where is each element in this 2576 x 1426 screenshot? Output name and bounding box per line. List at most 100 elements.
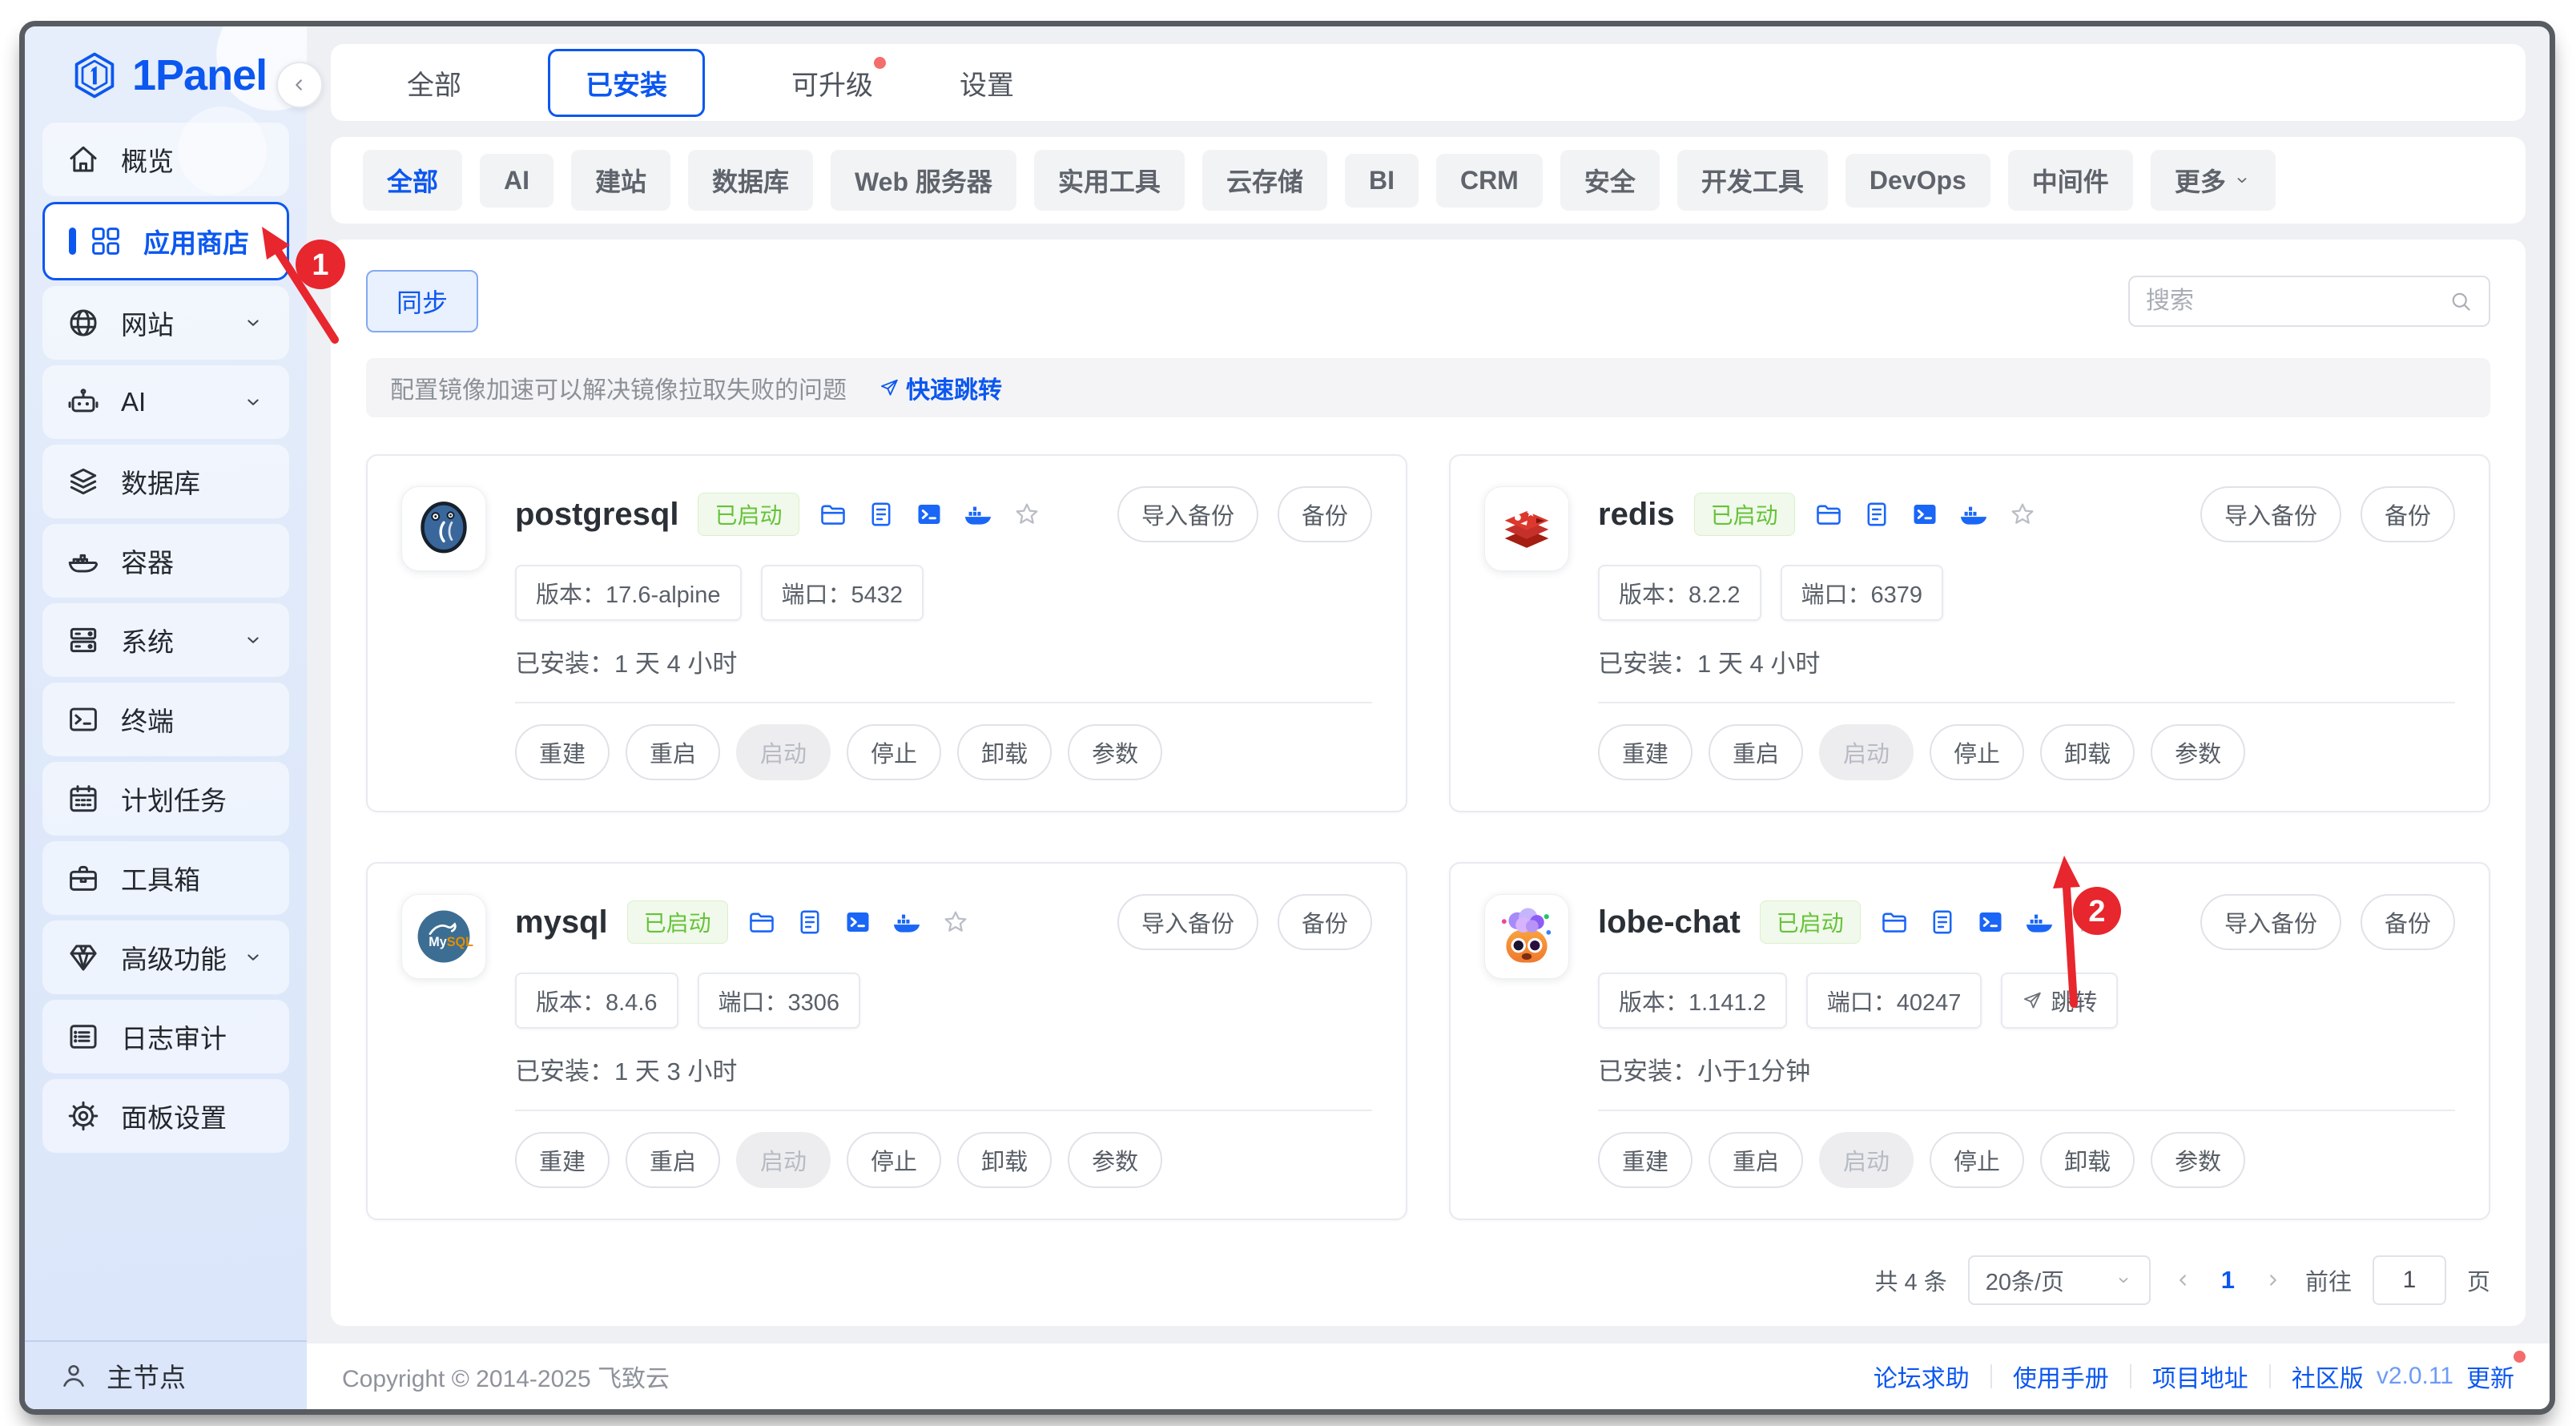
backup-button[interactable]: 备份 (2361, 894, 2455, 950)
quick-jump-link[interactable]: 快速跳转 (879, 370, 1002, 405)
backup-button[interactable]: 备份 (1278, 486, 1372, 542)
sidebar-item-ai[interactable]: AI (42, 365, 289, 439)
rebuild-button[interactable]: 重建 (1598, 1132, 1693, 1188)
terminal-icon[interactable] (915, 500, 944, 529)
import-backup-button[interactable]: 导入备份 (2200, 486, 2341, 542)
category-chip-devtools[interactable]: 开发工具 (1677, 150, 1828, 211)
port-tag: 端口：5432 (761, 565, 924, 621)
sidebar-item-terminal[interactable]: 终端 (42, 683, 289, 756)
terminal-icon[interactable] (1976, 908, 2005, 937)
page-size-select[interactable]: 20条/页 (1968, 1255, 2151, 1305)
category-chip-middleware[interactable]: 中间件 (2008, 150, 2133, 211)
favorite-star-icon[interactable] (1012, 500, 1041, 529)
restart-button[interactable]: 重启 (626, 724, 720, 780)
params-button[interactable]: 参数 (2151, 724, 2245, 780)
category-chip-more[interactable]: 更多 (2151, 150, 2276, 211)
calendar-icon (66, 782, 100, 816)
detail-doc-icon[interactable] (1862, 500, 1891, 529)
app-logo[interactable]: 1Panel (70, 50, 307, 100)
goto-page-input[interactable] (2373, 1255, 2446, 1305)
category-chip-cloudstorage[interactable]: 云存储 (1202, 150, 1327, 211)
params-button[interactable]: 参数 (2151, 1132, 2245, 1188)
docker-whale-icon[interactable] (1958, 499, 1989, 530)
params-button[interactable]: 参数 (1068, 1132, 1162, 1188)
restart-button[interactable]: 重启 (1709, 1132, 1803, 1188)
terminal-icon[interactable] (843, 908, 872, 937)
import-backup-button[interactable]: 导入备份 (2200, 894, 2341, 950)
next-page-button[interactable] (2260, 1268, 2284, 1292)
favorite-star-icon[interactable] (2008, 500, 2037, 529)
category-chip-ai[interactable]: AI (480, 154, 553, 207)
category-chip-tools[interactable]: 实用工具 (1034, 150, 1185, 211)
category-chip-all[interactable]: 全部 (363, 150, 462, 211)
sidebar-item-container[interactable]: 容器 (42, 524, 289, 598)
docker-whale-icon[interactable] (2024, 907, 2055, 937)
import-backup-button[interactable]: 导入备份 (1117, 894, 1258, 950)
backup-button[interactable]: 备份 (2361, 486, 2455, 542)
detail-doc-icon[interactable] (867, 500, 896, 529)
favorite-star-icon[interactable] (941, 908, 970, 937)
docker-whale-icon[interactable] (892, 907, 922, 937)
terminal-icon[interactable] (1910, 500, 1939, 529)
port-tag: 端口：3306 (698, 973, 861, 1029)
uninstall-button[interactable]: 卸载 (957, 1132, 1052, 1188)
docker-whale-icon[interactable] (963, 499, 993, 530)
category-chip-devops[interactable]: DevOps (1845, 154, 1990, 207)
sidebar-item-overview[interactable]: 概览 (42, 123, 289, 196)
sidebar-item-log-audit[interactable]: 日志审计 (42, 1000, 289, 1074)
sidebar-item-system[interactable]: 系统 (42, 603, 289, 677)
forum-help-link[interactable]: 论坛求助 (1874, 1359, 1970, 1394)
rebuild-button[interactable]: 重建 (1598, 724, 1693, 780)
stop-button[interactable]: 停止 (847, 724, 941, 780)
uninstall-button[interactable]: 卸载 (957, 724, 1052, 780)
stop-button[interactable]: 停止 (1930, 724, 2024, 780)
sidebar-item-app-store[interactable]: 应用商店 (42, 202, 289, 280)
rebuild-button[interactable]: 重建 (515, 724, 610, 780)
tab-upgradable[interactable]: 可升级 (791, 63, 873, 103)
sidebar-item-panel-settings[interactable]: 面板设置 (42, 1079, 289, 1153)
restart-button[interactable]: 重启 (626, 1132, 720, 1188)
user-manual-link[interactable]: 使用手册 (2013, 1359, 2109, 1394)
import-backup-button[interactable]: 导入备份 (1117, 486, 1258, 542)
category-chip-webserver[interactable]: Web 服务器 (831, 150, 1016, 211)
detail-doc-icon[interactable] (1928, 908, 1957, 937)
stop-button[interactable]: 停止 (847, 1132, 941, 1188)
sidebar-item-website[interactable]: 网站 (42, 286, 289, 360)
folder-icon[interactable] (1814, 500, 1843, 529)
app-name: redis (1598, 497, 1675, 533)
category-chip-database[interactable]: 数据库 (688, 150, 813, 211)
params-button[interactable]: 参数 (1068, 724, 1162, 780)
folder-icon[interactable] (1880, 908, 1909, 937)
jump-to-app-button[interactable]: 跳转 (2001, 973, 2118, 1029)
restart-button[interactable]: 重启 (1709, 724, 1803, 780)
uninstall-button[interactable]: 卸载 (2040, 724, 2135, 780)
sync-button[interactable]: 同步 (366, 270, 478, 332)
project-repo-link[interactable]: 项目地址 (2152, 1359, 2248, 1394)
sidebar-item-cronjob[interactable]: 计划任务 (42, 762, 289, 836)
favorite-star-icon[interactable] (2074, 908, 2103, 937)
current-page[interactable]: 1 (2216, 1266, 2240, 1295)
sidebar-item-toolbox[interactable]: 工具箱 (42, 841, 289, 915)
uninstall-button[interactable]: 卸载 (2040, 1132, 2135, 1188)
sidebar-node-switcher[interactable]: 主节点 (25, 1340, 307, 1409)
category-chip-crm[interactable]: CRM (1436, 154, 1543, 207)
stop-button[interactable]: 停止 (1930, 1132, 2024, 1188)
folder-icon[interactable] (747, 908, 776, 937)
sidebar-collapse-button[interactable] (276, 62, 323, 108)
sidebar-item-advanced[interactable]: 高级功能 (42, 920, 289, 994)
category-chip-bi[interactable]: BI (1345, 154, 1419, 207)
backup-button[interactable]: 备份 (1278, 894, 1372, 950)
update-link[interactable]: 更新 (2466, 1359, 2514, 1394)
rebuild-button[interactable]: 重建 (515, 1132, 610, 1188)
folder-icon[interactable] (819, 500, 847, 529)
detail-doc-icon[interactable] (795, 908, 824, 937)
tab-settings[interactable]: 设置 (960, 63, 1014, 103)
category-chip-security[interactable]: 安全 (1560, 150, 1660, 211)
prev-page-button[interactable] (2171, 1268, 2196, 1292)
tab-all[interactable]: 全部 (407, 63, 461, 103)
category-chip-website[interactable]: 建站 (571, 150, 670, 211)
search-input[interactable] (2146, 288, 2439, 315)
edition-link[interactable]: 社区版 (2292, 1359, 2364, 1394)
tab-installed[interactable]: 已安装 (548, 49, 705, 117)
sidebar-item-database[interactable]: 数据库 (42, 445, 289, 518)
